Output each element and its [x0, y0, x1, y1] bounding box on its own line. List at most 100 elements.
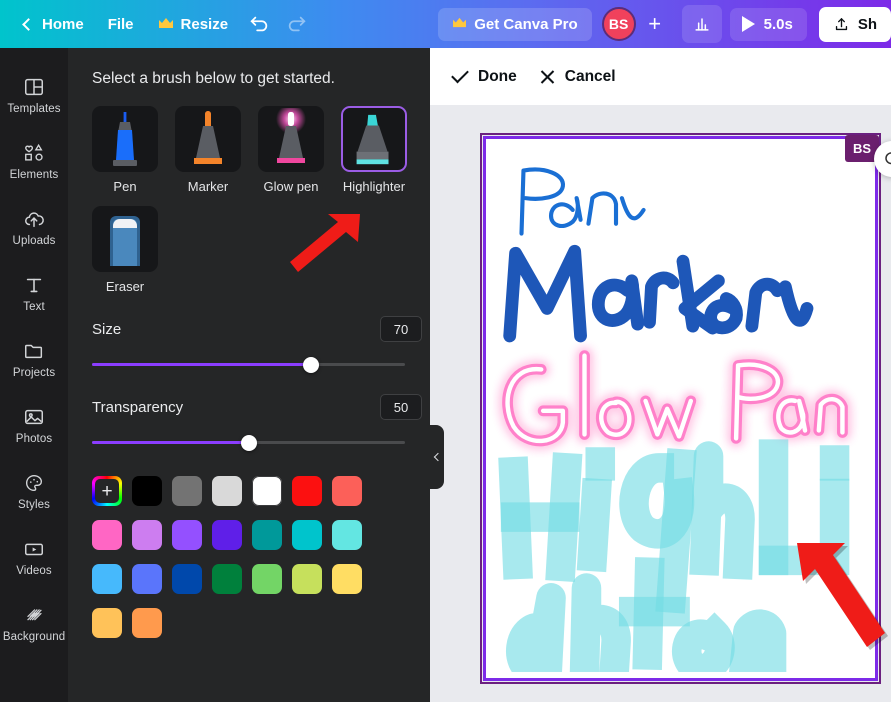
color-swatch[interactable] [172, 514, 212, 556]
draw-editor-toolbar: Done Cancel [430, 48, 891, 105]
marker-brush-thumbnail [175, 106, 241, 172]
color-swatch[interactable] [92, 558, 132, 600]
sidebar-item-background[interactable]: Background [0, 590, 68, 656]
share-button[interactable]: Sh [818, 6, 891, 42]
undo-icon [250, 16, 268, 32]
color-swatch-fill [132, 564, 162, 594]
color-swatch[interactable] [172, 558, 212, 600]
sidebar-item-label: Uploads [12, 234, 56, 247]
sidebar-item-label: Templates [7, 102, 61, 115]
color-swatch[interactable] [292, 470, 332, 512]
size-slider[interactable] [92, 356, 405, 373]
color-swatch[interactable] [252, 470, 292, 512]
brush-label: Glow pen [263, 179, 319, 194]
color-wheel-icon: + [92, 476, 122, 506]
resize-button[interactable]: Resize [146, 9, 241, 40]
video-icon [25, 543, 43, 555]
sidebar-item-label: Styles [18, 498, 50, 511]
color-swatch[interactable] [332, 558, 372, 600]
color-swatch[interactable] [132, 514, 172, 556]
background-hatch-icon [27, 608, 42, 620]
brush-label: Highlighter [342, 179, 406, 194]
done-label: Done [478, 67, 517, 85]
file-menu-button[interactable]: File [96, 9, 146, 40]
canvas-workspace[interactable]: BS [430, 105, 891, 702]
color-swatch[interactable] [292, 558, 332, 600]
color-swatch[interactable] [172, 470, 212, 512]
bar-chart-icon [695, 18, 709, 31]
photo-icon [25, 409, 43, 424]
color-swatch[interactable] [252, 514, 292, 556]
check-icon [451, 65, 469, 84]
brush-option-highlighter[interactable]: Highlighter [341, 106, 407, 194]
color-swatch[interactable] [332, 470, 372, 512]
brush-option-glow-pen[interactable]: Glow pen [258, 106, 324, 194]
crown-icon [158, 17, 174, 32]
size-slider-header: Size 70 [92, 316, 422, 342]
color-swatch[interactable] [92, 514, 132, 556]
brush-option-eraser[interactable]: Eraser [92, 206, 158, 294]
color-swatch[interactable] [92, 602, 132, 644]
add-collaborator-button[interactable]: + [640, 9, 670, 39]
color-swatch[interactable] [332, 514, 372, 556]
home-button[interactable]: Home [12, 9, 96, 40]
color-swatch-fill [172, 476, 202, 506]
size-slider-fill [92, 363, 312, 366]
sidebar-item-label: Photos [15, 432, 53, 445]
stroke-glow-pen [502, 350, 848, 447]
size-value-input[interactable]: 70 [380, 316, 422, 342]
brush-label: Pen [113, 179, 137, 194]
color-swatch-fill [132, 608, 162, 638]
highlighter-brush-thumbnail [341, 106, 407, 172]
avatar[interactable]: BS [601, 7, 636, 41]
color-swatch-fill [92, 564, 122, 594]
sidebar-item-videos[interactable]: Videos [0, 524, 68, 590]
sidebar-item-text[interactable]: Text [0, 260, 68, 326]
sidebar-item-photos[interactable]: Photos [0, 392, 68, 458]
page-canvas[interactable] [490, 143, 871, 674]
color-swatch[interactable] [212, 558, 252, 600]
cancel-button[interactable]: Cancel [539, 68, 616, 86]
redo-button[interactable] [278, 5, 316, 43]
highlighter-brush-icon [356, 114, 389, 165]
color-swatch-fill [212, 564, 242, 594]
color-swatch[interactable] [252, 558, 292, 600]
brush-option-pen[interactable]: Pen [92, 106, 158, 194]
add-custom-color-button[interactable]: + [92, 470, 132, 512]
play-icon [741, 16, 755, 32]
color-swatch-fill [292, 564, 322, 594]
color-swatch[interactable] [132, 470, 172, 512]
transparency-slider-fill [92, 441, 249, 444]
sidebar-item-templates[interactable]: Templates [0, 62, 68, 128]
color-swatch-fill [132, 476, 162, 506]
color-swatch[interactable] [292, 514, 332, 556]
design-page[interactable]: BS [480, 133, 881, 684]
resize-label: Resize [180, 15, 229, 33]
sidebar-item-elements[interactable]: Elements [0, 128, 68, 194]
preview-play-button[interactable]: 5.0s [729, 7, 807, 41]
undo-button[interactable] [240, 5, 278, 43]
sidebar-item-uploads[interactable]: Uploads [0, 194, 68, 260]
get-canva-pro-button[interactable]: Get Canva Pro [438, 7, 592, 41]
brush-option-marker[interactable]: Marker [175, 106, 241, 194]
sidebar-item-projects[interactable]: Projects [0, 326, 68, 392]
collaborator-initials: BS [852, 141, 872, 156]
sidebar-item-label: Projects [12, 366, 56, 379]
panel-title: Select a brush below to get started. [92, 70, 335, 87]
color-swatch[interactable] [212, 514, 252, 556]
templates-icon [25, 78, 43, 95]
transparency-slider-knob[interactable] [240, 434, 257, 451]
color-swatch[interactable] [132, 602, 172, 644]
transparency-slider[interactable] [92, 434, 405, 451]
color-swatch-fill [172, 564, 202, 594]
panel-collapse-handle[interactable] [430, 425, 444, 489]
done-button[interactable]: Done [451, 65, 517, 86]
transparency-value-input[interactable]: 50 [380, 394, 422, 420]
color-swatch-fill [332, 476, 362, 506]
color-swatch[interactable] [132, 558, 172, 600]
top-toolbar: Home File Resize Get Canva Pro BS + 5.0s… [0, 0, 891, 48]
color-swatch[interactable] [212, 470, 252, 512]
analytics-button[interactable] [681, 5, 722, 43]
size-slider-knob[interactable] [303, 356, 320, 373]
sidebar-item-styles[interactable]: Styles [0, 458, 68, 524]
